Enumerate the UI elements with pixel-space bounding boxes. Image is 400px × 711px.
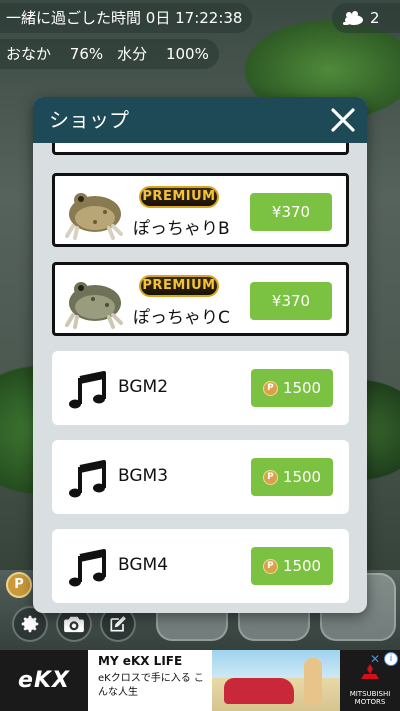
ad-person-image [304, 658, 322, 706]
price-label: ¥370 [271, 203, 311, 221]
premium-badge: PREMIUM [139, 275, 219, 297]
ad-photo [212, 650, 340, 711]
frog-c-image [65, 282, 123, 329]
water-label: 水分 [117, 45, 148, 63]
price-label: ¥370 [271, 292, 311, 310]
shop-item-bgm3[interactable]: BGM3 P 1500 [52, 440, 349, 514]
ad-info-icon[interactable]: i [384, 652, 398, 666]
stats-display: おなか 76% 水分 100% [0, 39, 219, 69]
frog-count-badge: 2 [332, 3, 400, 33]
shop-item-clipped[interactable] [52, 143, 349, 155]
frog-b-image [65, 193, 123, 240]
ad-headline: MY eKX LIFE [98, 654, 183, 668]
ad-maker-name: MITSUBISHI MOTORS [349, 690, 391, 706]
ad-close-icon[interactable]: ✕ [368, 652, 382, 666]
price-label: 1500 [282, 557, 322, 575]
buy-button[interactable]: ¥370 [250, 282, 332, 320]
item-name: ぽっちゃりB [133, 219, 230, 239]
shop-title: ショップ [49, 108, 129, 132]
item-name: BGM4 [118, 555, 169, 575]
point-coin-icon: P [262, 380, 278, 396]
music-note-icon [69, 460, 106, 498]
price-label: 1500 [282, 379, 322, 397]
shop-item-bgm4[interactable]: BGM4 P 1500 [52, 529, 349, 603]
time-label: 一緒に過ごした時間 [6, 9, 142, 27]
item-name: BGM3 [118, 466, 169, 486]
shop-item-list[interactable]: PREMIUM ぽっちゃりB ¥370 PREMIUM ぽっちゃりC ¥370 [33, 143, 367, 613]
premium-badge: PREMIUM [139, 186, 219, 208]
frog-icon [343, 11, 363, 25]
shop-item-premium-c[interactable]: PREMIUM ぽっちゃりC ¥370 [52, 262, 349, 336]
ad-copy: MY eKX LIFE eKクロスで手に入る こんな人生 [88, 650, 212, 711]
item-name: BGM2 [118, 377, 169, 397]
music-note-icon [69, 371, 106, 409]
price-label: 1500 [282, 468, 322, 486]
point-coin-icon: P [262, 469, 278, 485]
time-value: 0日 17:22:38 [145, 9, 243, 27]
music-note-icon [69, 549, 106, 587]
ad-subtext: eKクロスで手に入る こんな人生 [98, 673, 204, 698]
close-icon[interactable] [329, 106, 357, 134]
frog-count-value: 2 [370, 9, 380, 27]
buy-button[interactable]: P 1500 [251, 458, 333, 496]
ad-car-image [224, 678, 294, 704]
ad-brand-logo: eKX [0, 650, 88, 711]
buy-button[interactable]: P 1500 [251, 369, 333, 407]
buy-button[interactable]: ¥370 [250, 193, 332, 231]
shop-item-bgm2[interactable]: BGM2 P 1500 [52, 351, 349, 425]
buy-button[interactable]: P 1500 [251, 547, 333, 585]
water-value: 100% [165, 45, 209, 63]
camera-icon [64, 616, 84, 633]
gear-icon [21, 615, 39, 633]
shop-header: ショップ [33, 97, 367, 143]
point-coin-icon: P [262, 558, 278, 574]
points-coin-icon[interactable]: P [6, 572, 32, 598]
shop-dialog: ショップ PREMIUM ぽっちゃりB ¥370 PREMIUM ぽっちゃりC … [33, 97, 367, 613]
ad-banner[interactable]: eKX MY eKX LIFE eKクロスで手に入る こんな人生 MITSUBI… [0, 650, 400, 711]
hunger-value: 76% [69, 45, 104, 63]
item-name: ぽっちゃりC [133, 308, 230, 328]
hunger-label: おなか [6, 45, 52, 63]
shop-item-premium-b[interactable]: PREMIUM ぽっちゃりB ¥370 [52, 173, 349, 247]
time-together-display: 一緒に過ごした時間 0日 17:22:38 [0, 3, 253, 33]
edit-icon [110, 616, 126, 632]
maker-diamond-icon [361, 664, 379, 679]
